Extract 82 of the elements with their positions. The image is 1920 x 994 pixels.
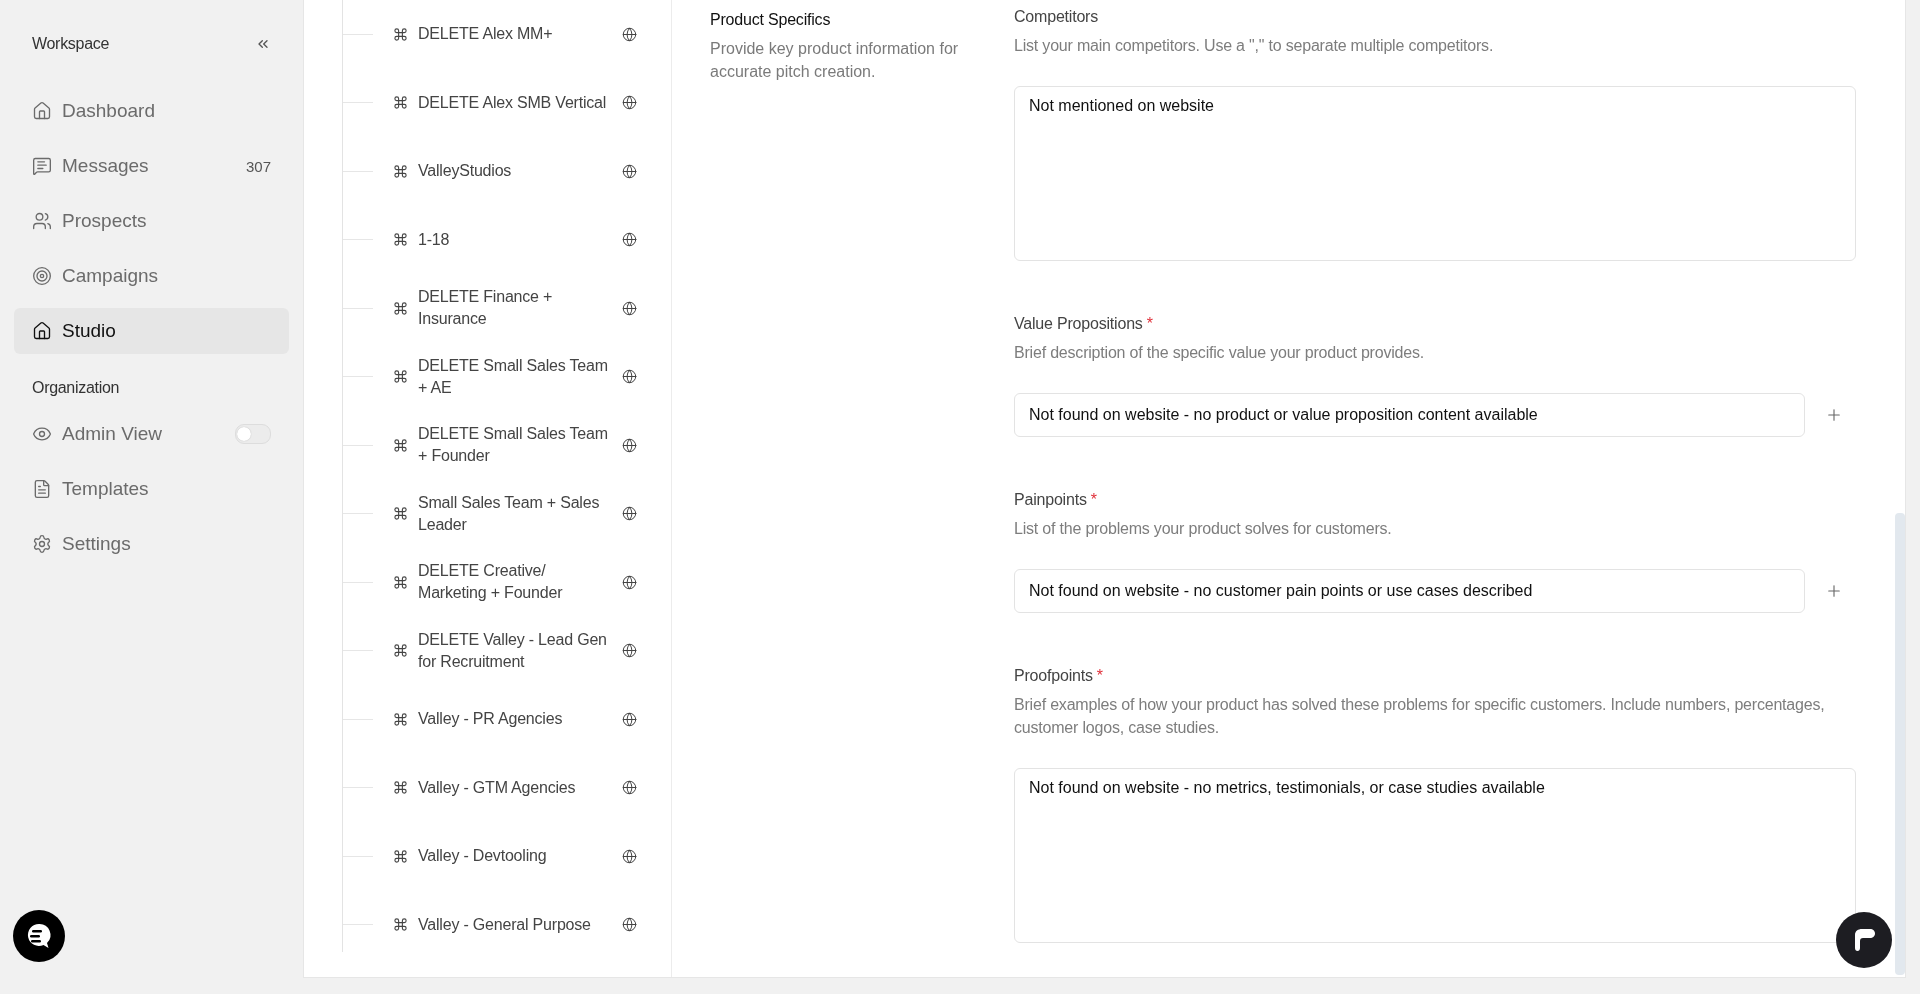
nav-item[interactable]: Settings <box>14 521 289 567</box>
globe-icon[interactable] <box>622 848 637 864</box>
globe-icon[interactable] <box>622 369 637 385</box>
field-label: Painpoints <box>1014 491 1087 508</box>
chat-button[interactable] <box>13 910 65 962</box>
pitch-item[interactable]: DELETE Small Sales Team + Founder <box>418 423 610 468</box>
command-icon <box>393 300 408 316</box>
command-icon <box>393 163 408 179</box>
section-label: Organization <box>31 378 121 398</box>
globe-icon[interactable] <box>622 232 637 248</box>
command-icon <box>393 917 408 933</box>
nav-item[interactable]: Dashboard <box>14 88 289 134</box>
plus-icon <box>1825 582 1843 600</box>
required-mark: * <box>1096 667 1103 684</box>
field-label: Value Propositions <box>1014 315 1143 332</box>
pitch-item[interactable]: Small Sales Team + Sales Leader <box>418 491 610 536</box>
command-icon <box>393 848 408 864</box>
pitch-item[interactable]: DELETE Creative/ Marketing + Founder <box>418 560 610 605</box>
nav-item[interactable]: Campaigns <box>14 253 289 299</box>
message-icon <box>32 156 52 176</box>
nav-item[interactable]: Studio <box>14 308 289 354</box>
command-icon <box>393 26 408 42</box>
globe-icon[interactable] <box>622 300 637 316</box>
section-description: Provide key product information for accurate pitch creation. <box>710 39 960 82</box>
field-hint: List of the problems your product solves for customers. <box>1014 519 1393 539</box>
field-label: Competitors <box>1014 8 1099 25</box>
globe-icon[interactable] <box>622 711 637 727</box>
globe-icon[interactable] <box>622 643 637 659</box>
section-title: Product Specifics <box>710 10 832 30</box>
field-hint: Brief description of the specific value your product provides. <box>1014 343 1426 363</box>
globe-icon[interactable] <box>622 437 637 453</box>
plus-icon <box>1825 406 1843 424</box>
people-icon <box>32 211 52 231</box>
scrollbar-thumb[interactable] <box>1895 513 1905 975</box>
globe-icon[interactable] <box>622 780 637 796</box>
document-icon <box>32 479 52 499</box>
globe-icon[interactable] <box>622 163 637 179</box>
pitch-item[interactable]: Valley - PR Agencies <box>418 708 610 731</box>
pitch-item[interactable]: DELETE Valley - Lead Gen for Recruitment <box>418 628 610 673</box>
input-field[interactable]: Not found on website - no customer pain points or use cases described <box>1014 569 1805 613</box>
toggle-switch[interactable] <box>235 424 271 444</box>
field-hint: List your main competitors. Use a "," to separate multiple competitors. <box>1014 36 1495 56</box>
pitch-item[interactable]: Valley - General Purpose <box>418 913 610 936</box>
globe-icon[interactable] <box>622 26 637 42</box>
pitch-item[interactable]: 1-18 <box>418 228 610 251</box>
target-icon <box>32 266 52 286</box>
command-icon <box>393 232 408 248</box>
pitch-item[interactable]: DELETE Finance + Insurance <box>418 286 610 331</box>
nav-item[interactable]: Prospects <box>14 198 289 244</box>
message-count: 307 <box>245 157 271 175</box>
command-icon <box>393 95 408 111</box>
house-icon <box>32 321 52 341</box>
pitch-item[interactable]: Valley - GTM Agencies <box>418 776 610 799</box>
nav-item[interactable]: Templates <box>14 466 289 512</box>
section-label: Workspace <box>32 35 110 53</box>
command-icon <box>393 506 408 522</box>
command-icon <box>393 369 408 385</box>
pitch-item[interactable]: DELETE Small Sales Team + AE <box>418 354 610 399</box>
pitch-item[interactable]: DELETE Alex MM+ <box>418 23 610 46</box>
command-icon <box>393 643 408 659</box>
settings-icon <box>32 534 52 554</box>
command-icon <box>393 711 408 727</box>
pitch-item[interactable]: ValleyStudios <box>418 160 610 183</box>
text-area[interactable]: Not mentioned on website <box>1014 86 1856 261</box>
command-icon <box>393 574 408 590</box>
command-icon <box>393 437 408 453</box>
text-area[interactable]: Not found on website - no metrics, testimonials, or case studies available <box>1014 768 1856 943</box>
required-mark: * <box>1090 491 1097 508</box>
field-hint: Brief examples of how your product has solved these problems for specific customers. Include numbers, percentages, customer logos, case studies. <box>1014 695 1826 738</box>
house-icon <box>32 101 52 121</box>
globe-icon[interactable] <box>622 95 637 111</box>
field-label: Proofpoints <box>1014 667 1093 684</box>
globe-icon[interactable] <box>622 574 637 590</box>
nav-item[interactable]: Messages 307 <box>14 143 289 189</box>
input-field[interactable]: Not found on website - no product or value proposition content available <box>1014 393 1805 437</box>
pitch-item[interactable]: Valley - Devtooling <box>418 845 610 868</box>
required-mark: * <box>1146 315 1153 332</box>
pitch-item[interactable]: DELETE Alex SMB Vertical <box>418 91 610 114</box>
command-icon <box>393 780 408 796</box>
nav-item[interactable]: Admin View <box>14 411 289 457</box>
globe-icon[interactable] <box>622 917 637 933</box>
globe-icon[interactable] <box>622 506 637 522</box>
